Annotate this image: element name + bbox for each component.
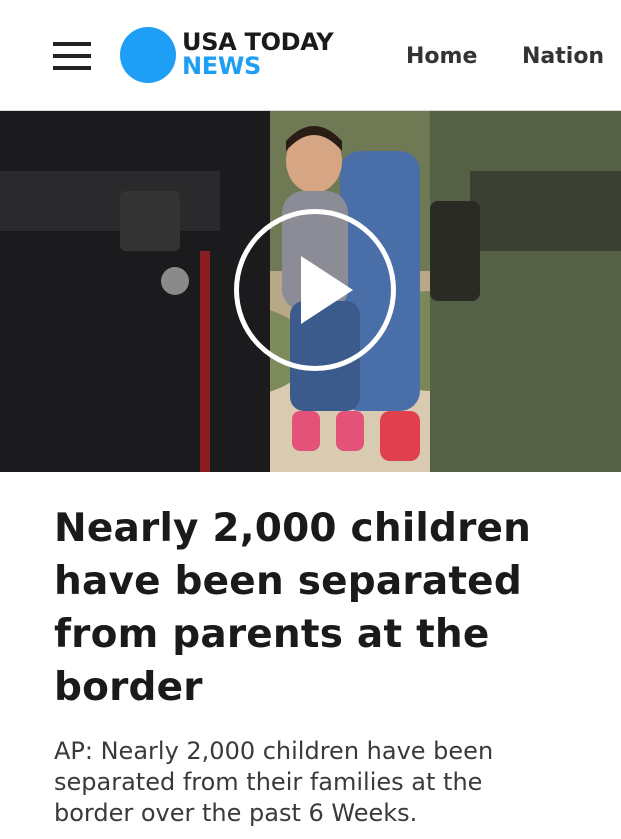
section-nav: Home Nation [0, 44, 621, 70]
play-icon [301, 256, 353, 324]
hero-video-thumbnail[interactable] [0, 111, 621, 472]
article-headline[interactable]: Nearly 2,000 children have been separate… [54, 502, 567, 714]
play-video-button[interactable] [234, 209, 396, 371]
nav-home-link[interactable]: Home [406, 44, 477, 69]
article-summary: AP: Nearly 2,000 children have been sepa… [54, 737, 494, 827]
top-header: USA TODAY NEWS Home Nation [0, 0, 621, 111]
nav-nation-link[interactable]: Nation [522, 44, 604, 69]
article-body: Nearly 2,000 children have been separate… [0, 472, 621, 829]
